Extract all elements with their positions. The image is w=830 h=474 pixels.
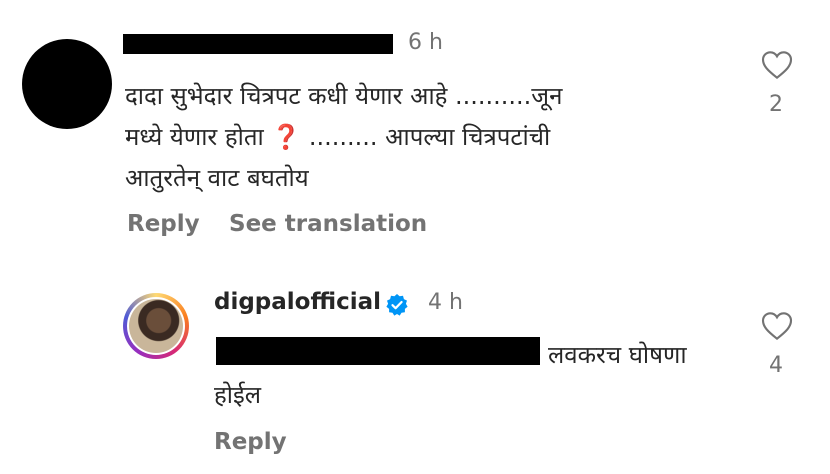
avatar-ring-inner [127, 297, 185, 355]
heart-outline-icon[interactable] [761, 311, 793, 341]
like-count: 4 [769, 353, 783, 378]
heart-outline-icon[interactable] [761, 50, 793, 80]
commenter-avatar[interactable] [22, 39, 112, 129]
like-count: 2 [769, 92, 783, 117]
comment-text: दादा सुभेदार चित्रपट कधी येणार आहे .....… [125, 76, 725, 199]
comment-line-1: दादा सुभेदार चित्रपट कधी येणार आहे .....… [125, 82, 563, 110]
reply-avatar[interactable] [123, 293, 189, 359]
reply-line-2: होईल [214, 381, 262, 409]
redacted-username [123, 34, 393, 54]
comment-line-3: आतुरतेन् वाट बघतोय [125, 164, 309, 192]
reply-line-1: लवकरच घोषणा [548, 341, 687, 369]
see-translation-button[interactable]: See translation [229, 211, 427, 237]
question-mark-emoji: ❓ [271, 123, 302, 151]
reply-button[interactable]: Reply [127, 211, 200, 237]
redacted-mention [216, 337, 540, 365]
verified-badge-icon [386, 294, 408, 316]
profile-photo [129, 299, 183, 353]
comment-line-2: मध्ये येणार होता ❓ ......... आपल्या चित्… [125, 123, 551, 151]
comment-timestamp: 6 h [408, 30, 443, 55]
reply-button[interactable]: Reply [214, 429, 287, 455]
reply-username[interactable]: digpalofficial [214, 289, 381, 315]
reply-timestamp: 4 h [428, 290, 463, 315]
